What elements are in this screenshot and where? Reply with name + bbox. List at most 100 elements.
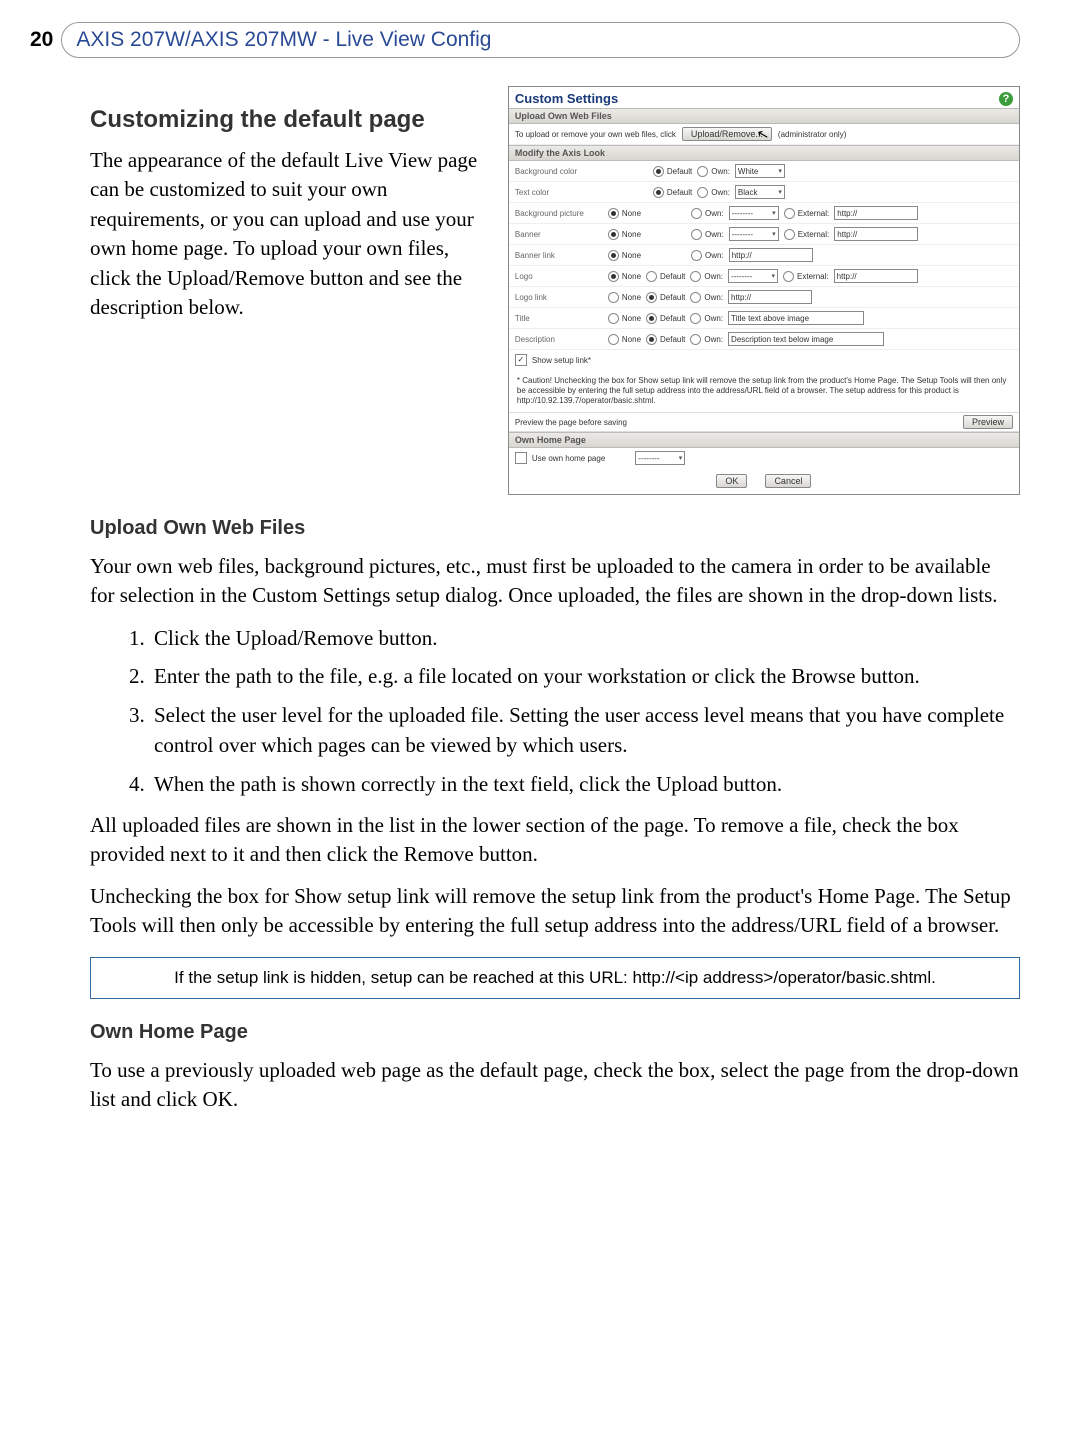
radio-title-none[interactable] bbox=[608, 313, 619, 324]
radio-desc-none[interactable] bbox=[608, 334, 619, 345]
radio-desc-default[interactable] bbox=[646, 334, 657, 345]
radio-blink-own[interactable] bbox=[691, 250, 702, 261]
radio-logo-ext[interactable] bbox=[783, 271, 794, 282]
select-logo[interactable]: -------- bbox=[728, 269, 778, 283]
row-bg-color: Background color Default Own: White bbox=[509, 161, 1019, 182]
radio-blink-none[interactable] bbox=[608, 250, 619, 261]
radio-bgpic-own[interactable] bbox=[691, 208, 702, 219]
step-2: Enter the path to the file, e.g. a file … bbox=[150, 661, 1020, 691]
header-title: AXIS 207W/AXIS 207MW - Live View Config bbox=[76, 28, 491, 52]
opt-own-4: Own: bbox=[705, 230, 724, 239]
opt-none-5: None bbox=[622, 293, 641, 302]
band-own-home: Own Home Page bbox=[509, 432, 1019, 448]
content: Customizing the default page The appeara… bbox=[0, 58, 1080, 1114]
radio-llink-own[interactable] bbox=[690, 292, 701, 303]
radio-logo-own[interactable] bbox=[690, 271, 701, 282]
input-bannerlink[interactable]: http:// bbox=[729, 248, 813, 262]
row-logo-link: Logo link None Default Own: http:// bbox=[509, 287, 1019, 308]
step-1: Click the Upload/Remove button. bbox=[150, 623, 1020, 653]
select-bg-color[interactable]: White bbox=[735, 164, 785, 178]
steps-list: Click the Upload/Remove button. Enter th… bbox=[90, 623, 1020, 799]
opt-none-7: None bbox=[622, 335, 641, 344]
label-banner: Banner bbox=[515, 230, 603, 239]
para-own-home: To use a previously uploaded web page as… bbox=[90, 1056, 1020, 1115]
radio-banner-own[interactable] bbox=[691, 229, 702, 240]
opt-own-7: Own: bbox=[704, 293, 723, 302]
upload-row: To upload or remove your own web files, … bbox=[509, 124, 1019, 145]
radio-title-own[interactable] bbox=[690, 313, 701, 324]
label-description: Description bbox=[515, 335, 603, 344]
heading-own-home: Own Home Page bbox=[90, 1021, 1020, 1044]
opt-ext-3: External: bbox=[797, 272, 829, 281]
preview-label: Preview the page before saving bbox=[515, 418, 627, 427]
select-text-color[interactable]: Black bbox=[735, 185, 785, 199]
row-title: Title None Default Own: Title text above… bbox=[509, 308, 1019, 329]
caution-text: * Caution! Unchecking the box for Show s… bbox=[509, 370, 1019, 412]
row-text-color: Text color Default Own: Black bbox=[509, 182, 1019, 203]
row-logo: Logo None Default Own: -------- External… bbox=[509, 266, 1019, 287]
checkbox-use-own[interactable] bbox=[515, 452, 527, 464]
opt-ext-2: External: bbox=[798, 230, 830, 239]
cancel-button[interactable]: Cancel bbox=[765, 474, 811, 488]
input-logo-url[interactable]: http:// bbox=[834, 269, 918, 283]
label-text-color: Text color bbox=[515, 188, 603, 197]
page-header: 20 AXIS 207W/AXIS 207MW - Live View Conf… bbox=[0, 0, 1080, 58]
radio-banner-ext[interactable] bbox=[784, 229, 795, 240]
step-3: Select the user level for the uploaded f… bbox=[150, 700, 1020, 761]
opt-none-2: None bbox=[622, 230, 641, 239]
radio-text-default[interactable] bbox=[653, 187, 664, 198]
select-own-page[interactable]: -------- bbox=[635, 451, 685, 465]
opt-own: Own: bbox=[711, 167, 730, 176]
help-icon[interactable]: ? bbox=[999, 92, 1013, 106]
input-banner-url[interactable]: http:// bbox=[834, 227, 918, 241]
header-line: 20 AXIS 207W/AXIS 207MW - Live View Conf… bbox=[30, 22, 1020, 58]
radio-bg-default[interactable] bbox=[653, 166, 664, 177]
radio-bgpic-none[interactable] bbox=[608, 208, 619, 219]
preview-row: Preview the page before saving Preview bbox=[509, 412, 1019, 432]
note-text: If the setup link is hidden, setup can b… bbox=[174, 968, 936, 987]
opt-none-4: None bbox=[622, 272, 641, 281]
select-banner[interactable]: -------- bbox=[729, 227, 779, 241]
row-bg-picture: Background picture None Own: -------- Ex… bbox=[509, 203, 1019, 224]
admin-only-text: (administrator only) bbox=[778, 130, 846, 139]
preview-button[interactable]: Preview bbox=[963, 415, 1013, 429]
radio-desc-own[interactable] bbox=[690, 334, 701, 345]
radio-bg-own[interactable] bbox=[697, 166, 708, 177]
panel-titlebar: Custom Settings ? bbox=[509, 87, 1019, 108]
label-logo-link: Logo link bbox=[515, 293, 603, 302]
opt-default-4: Default bbox=[660, 293, 685, 302]
opt-own-6: Own: bbox=[704, 272, 723, 281]
opt-default-5: Default bbox=[660, 314, 685, 323]
note-box: If the setup link is hidden, setup can b… bbox=[90, 957, 1020, 999]
select-bgpic[interactable]: -------- bbox=[729, 206, 779, 220]
label-bg-color: Background color bbox=[515, 167, 603, 176]
label-banner-link: Banner link bbox=[515, 251, 603, 260]
band-upload-own: Upload Own Web Files bbox=[509, 108, 1019, 124]
radio-bgpic-ext[interactable] bbox=[784, 208, 795, 219]
row-banner: Banner None Own: -------- External: http… bbox=[509, 224, 1019, 245]
input-bgpic-url[interactable]: http:// bbox=[834, 206, 918, 220]
radio-title-default[interactable] bbox=[646, 313, 657, 324]
radio-logo-default[interactable] bbox=[646, 271, 657, 282]
input-logolink[interactable]: http:// bbox=[728, 290, 812, 304]
radio-llink-none[interactable] bbox=[608, 292, 619, 303]
input-title[interactable]: Title text above image bbox=[728, 311, 864, 325]
radio-logo-none[interactable] bbox=[608, 271, 619, 282]
label-show-setup: Show setup link* bbox=[532, 356, 591, 365]
input-description[interactable]: Description text below image bbox=[728, 332, 884, 346]
row-show-setup: ✓ Show setup link* bbox=[509, 350, 1019, 370]
intro-row: Customizing the default page The appeara… bbox=[90, 86, 1020, 495]
checkbox-show-setup[interactable]: ✓ bbox=[515, 354, 527, 366]
label-use-own: Use own home page bbox=[532, 454, 605, 463]
opt-own-8: Own: bbox=[704, 314, 723, 323]
radio-llink-default[interactable] bbox=[646, 292, 657, 303]
screenshot-col: Custom Settings ? Upload Own Web Files T… bbox=[508, 86, 1020, 495]
radio-banner-none[interactable] bbox=[608, 229, 619, 240]
ok-button[interactable]: OK bbox=[716, 474, 747, 488]
opt-default: Default bbox=[667, 167, 692, 176]
radio-text-own[interactable] bbox=[697, 187, 708, 198]
opt-default-3: Default bbox=[660, 272, 685, 281]
opt-default-2: Default bbox=[667, 188, 692, 197]
opt-own-9: Own: bbox=[704, 335, 723, 344]
custom-settings-panel: Custom Settings ? Upload Own Web Files T… bbox=[508, 86, 1020, 495]
